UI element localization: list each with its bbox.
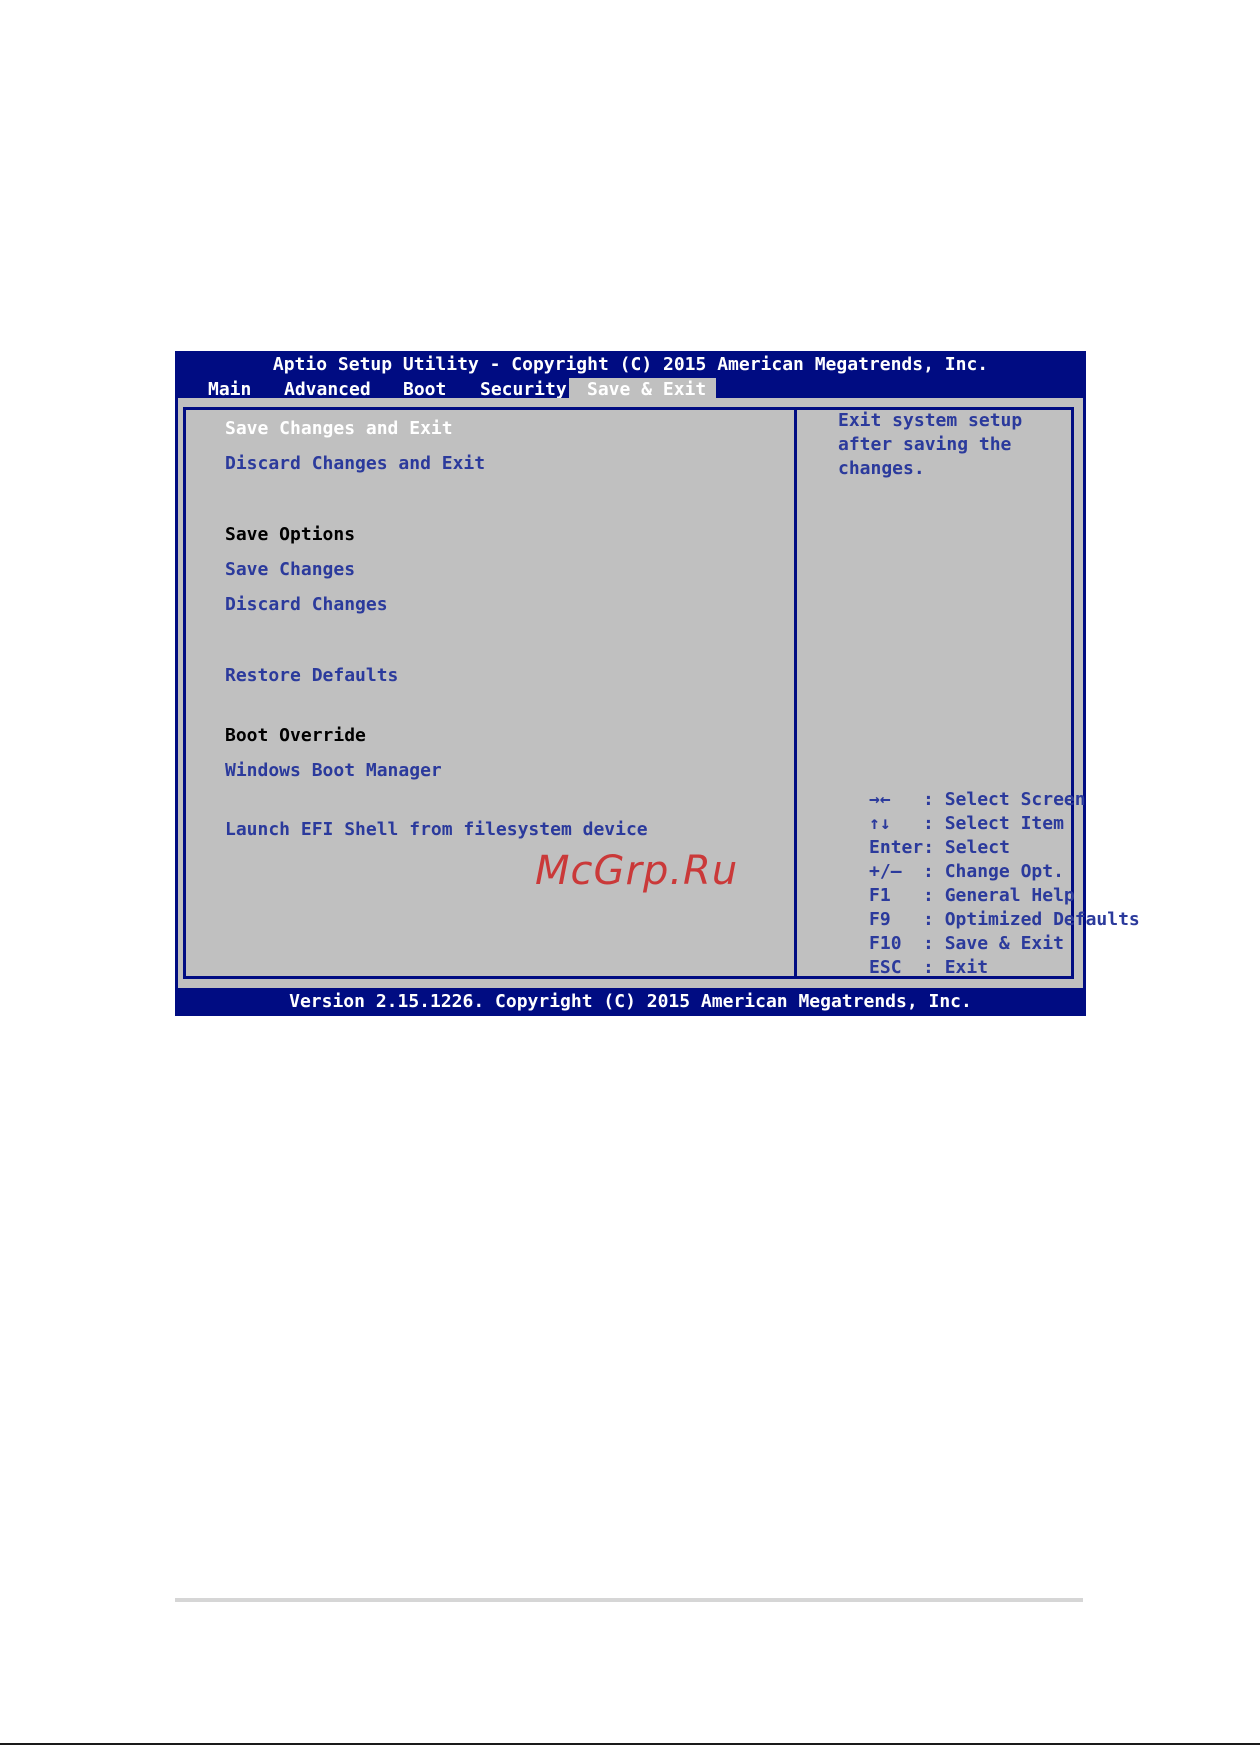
- help-text-line: after saving the: [838, 434, 1012, 455]
- watermark-logo: McGrp.Ru: [535, 848, 739, 894]
- bios-setup-window: Aptio Setup Utility - Copyright (C) 2015…: [175, 351, 1140, 1016]
- section-heading-save-options: Save Options: [225, 524, 356, 545]
- tab-advanced[interactable]: Advanced: [284, 378, 371, 400]
- bios-footer-version: Version 2.15.1226. Copyright (C) 2015 Am…: [289, 991, 972, 1012]
- tab-main[interactable]: Main: [208, 378, 251, 400]
- tab-security[interactable]: Security: [480, 378, 567, 400]
- page-divider: [175, 1598, 1083, 1602]
- menu-item-discard-changes[interactable]: Discard Changes: [225, 594, 388, 615]
- panel-divider: [794, 407, 797, 979]
- page-bottom-rule: [0, 1743, 1260, 1745]
- menu-item-save-changes[interactable]: Save Changes: [225, 559, 355, 580]
- help-text-line: Exit system setup: [838, 410, 1023, 431]
- tab-boot[interactable]: Boot: [403, 378, 446, 400]
- tab-save-exit[interactable]: Save & Exit: [569, 378, 717, 400]
- bios-main-panel: Save Changes and Exit Discard Changes an…: [178, 398, 1140, 988]
- menu-item-launch-efi-shell[interactable]: Launch EFI Shell from filesystem device: [225, 819, 648, 840]
- menu-item-save-changes-and-exit[interactable]: Save Changes and Exit: [225, 418, 453, 439]
- section-heading-boot-override: Boot Override: [225, 725, 366, 746]
- bios-title-bar: Aptio Setup Utility - Copyright (C) 2015…: [272, 354, 989, 375]
- menu-item-discard-changes-and-exit[interactable]: Discard Changes and Exit: [225, 453, 485, 474]
- menu-item-windows-boot-manager[interactable]: Windows Boot Manager: [225, 760, 442, 781]
- help-text-line: changes.: [838, 458, 925, 479]
- menu-item-restore-defaults[interactable]: Restore Defaults: [225, 665, 398, 686]
